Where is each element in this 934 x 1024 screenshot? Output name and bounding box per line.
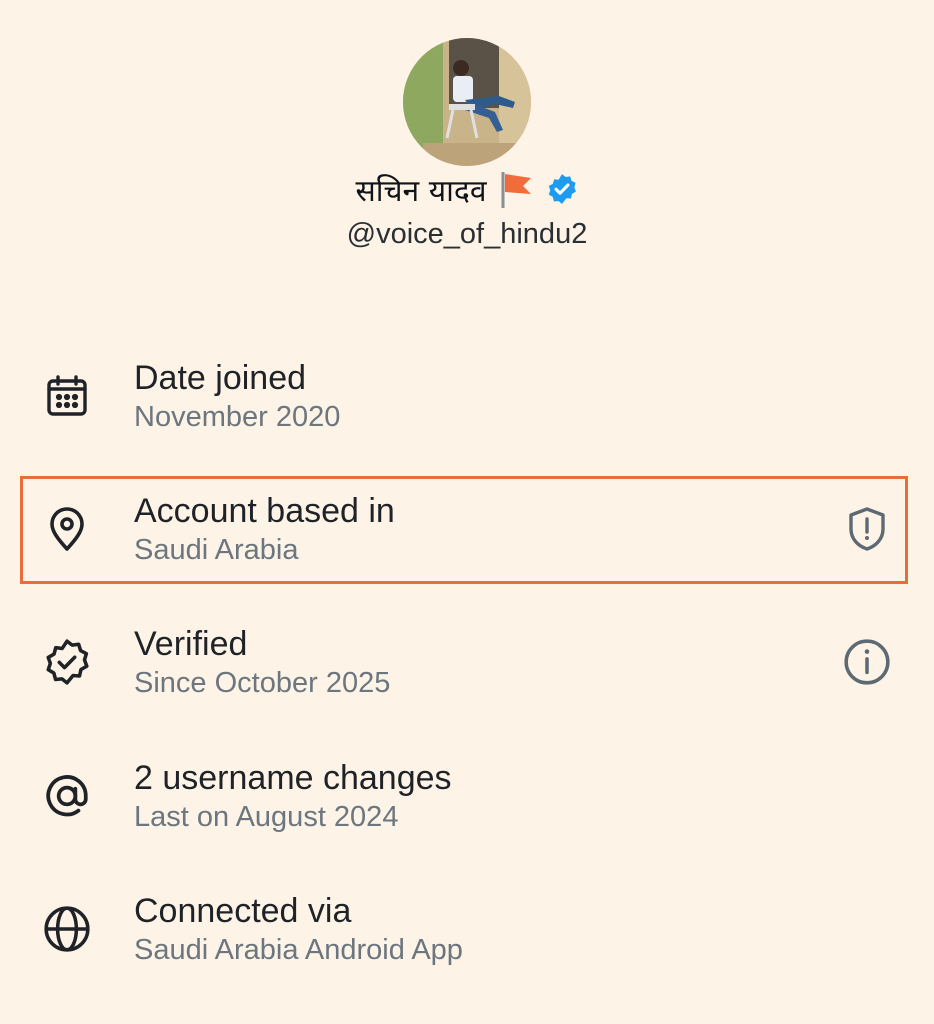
saffron-flag-icon (495, 168, 537, 210)
row-title: Verified (134, 625, 248, 663)
verified-badge-icon[interactable] (545, 172, 579, 206)
display-name: सचिन यादव (355, 173, 487, 209)
info-icon[interactable] (840, 635, 894, 689)
verified-outline-icon (40, 635, 94, 689)
info-row-date-joined: Date joined November 2020 (0, 345, 934, 455)
row-subtitle: November 2020 (134, 401, 341, 433)
avatar[interactable] (403, 38, 531, 166)
row-title: Account based in (134, 492, 395, 530)
shield-alert-icon[interactable] (840, 502, 894, 556)
row-title: Date joined (134, 359, 307, 397)
info-row-connected-via: Connected via Saudi Arabia Android App (0, 878, 934, 988)
row-title: Connected via (134, 892, 352, 930)
info-row-verified: Verified Since October 2025 (0, 611, 934, 721)
avatar-photo (403, 38, 531, 166)
info-row-account-based-in: Account based in Saudi Arabia (0, 478, 934, 588)
globe-icon (40, 902, 94, 956)
calendar-icon (40, 369, 94, 423)
row-title: 2 username changes (134, 759, 452, 797)
row-subtitle: Saudi Arabia Android App (134, 934, 463, 966)
row-subtitle: Since October 2025 (134, 667, 391, 699)
row-subtitle: Saudi Arabia (134, 534, 299, 566)
info-row-username-changes: 2 username changes Last on August 2024 (0, 745, 934, 855)
username-handle: @voice_of_hindu2 (346, 218, 588, 250)
at-sign-icon (40, 769, 94, 823)
profile-name-row: सचिन यादव (0, 164, 934, 214)
location-pin-icon (40, 502, 94, 556)
row-subtitle: Last on August 2024 (134, 801, 399, 833)
